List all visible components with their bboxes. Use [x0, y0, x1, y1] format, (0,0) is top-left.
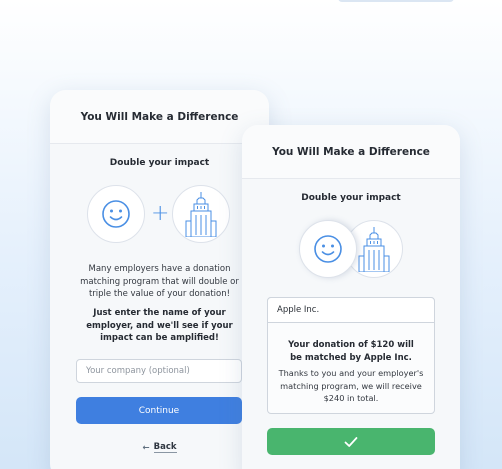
card-title: You Will Make a Difference [272, 145, 430, 158]
building-circle [172, 185, 230, 243]
instruction-text: Just enter the name of your employer, an… [86, 308, 233, 344]
card-header: You Will Make a Difference [50, 90, 269, 144]
confirm-button[interactable] [267, 428, 435, 455]
company-input[interactable] [76, 359, 242, 383]
smiley-circle [87, 185, 145, 243]
donation-card-right: You Will Make a Difference Double your i… [242, 125, 460, 469]
arrow-left-icon: ← [142, 442, 150, 453]
card-subtitle: Double your impact [301, 193, 401, 203]
company-input[interactable] [267, 297, 435, 323]
match-result-box: Your donation of $120 will be matched by… [267, 297, 435, 414]
match-headline: Your donation of $120 will be matched by… [288, 340, 414, 363]
smiley-face-icon [102, 200, 130, 228]
back-link[interactable]: ← Back [50, 442, 269, 453]
match-detail: Thanks to you and your employer's matchi… [278, 368, 424, 404]
background-pill [338, 0, 454, 2]
skyscraper-icon [358, 227, 390, 272]
donation-card-left: You Will Make a Difference Double your i… [50, 90, 269, 469]
description-text: Many employers have a donation matching … [80, 264, 239, 300]
smiley-circle [299, 220, 357, 278]
card-subtitle: Double your impact [109, 158, 210, 168]
continue-label: Continue [138, 405, 180, 416]
continue-button[interactable]: Continue [76, 397, 242, 424]
plus-sign: + [151, 201, 170, 226]
skyscraper-icon [185, 192, 217, 237]
back-label: Back [153, 442, 177, 453]
smiley-face-icon [314, 235, 342, 263]
card-title: You Will Make a Difference [80, 110, 239, 123]
card-header: You Will Make a Difference [242, 125, 460, 179]
checkmark-icon [344, 436, 358, 447]
